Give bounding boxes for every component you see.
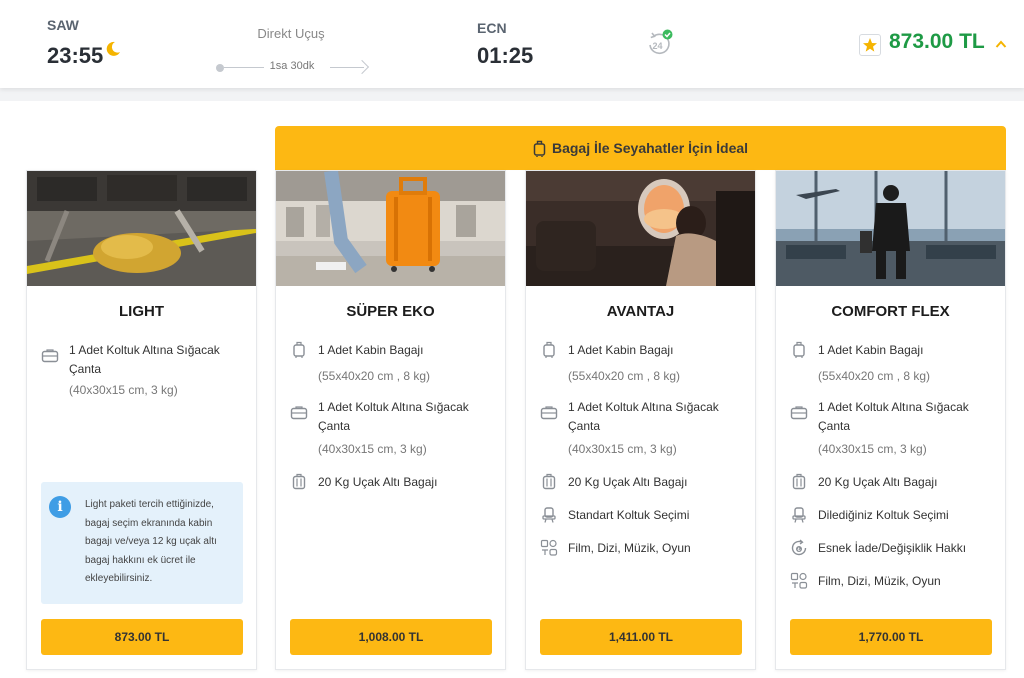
fare-name: SÜPER EKO — [346, 303, 435, 320]
entertainment-icon — [540, 539, 558, 556]
feature-text: 1 Adet Kabin Bagajı — [318, 343, 424, 357]
recommended-banner: Bagaj İle Seyahatler İçin İdeal — [275, 126, 1006, 170]
seat-icon — [792, 507, 806, 523]
feature-subtext: (55x40x20 cm , 8 kg) — [318, 369, 431, 383]
checked-luggage-icon — [542, 473, 556, 490]
info-note: i Light paketi tercih ettiğinizde, bagaj… — [41, 482, 243, 604]
feature-text: 20 Kg Uçak Altı Bagajı — [818, 475, 938, 489]
checked-luggage-icon — [792, 473, 806, 490]
feature-text: Film, Dizi, Müzik, Oyun — [568, 541, 691, 555]
flight-duration: 1sa 30dk — [269, 60, 315, 72]
feature-subtext: (40x30x15 cm, 3 kg) — [818, 442, 927, 456]
fare-card-avantaj[interactable]: AVANTAJ 1 Adet Kabin Bagajı (55x40x20 cm… — [525, 170, 756, 670]
direct-flight-label: Direkt Uçuş — [257, 26, 325, 41]
recommended-banner-text: Bagaj İle Seyahatler İçin İdeal — [551, 140, 749, 156]
entertainment-icon — [790, 572, 808, 589]
arrival-time: 01:25 — [477, 43, 534, 68]
info-icon: i — [49, 496, 71, 518]
cabin-bag-icon — [543, 341, 555, 358]
checked-luggage-icon — [292, 473, 306, 490]
feature-subtext: (55x40x20 cm , 8 kg) — [568, 369, 681, 383]
feature-text: 1 Adet Koltuk Altına Sığacak Çanta — [318, 400, 469, 433]
feature-text: 20 Kg Uçak Altı Bagajı — [318, 475, 438, 489]
feature-text: 20 Kg Uçak Altı Bagajı — [568, 475, 688, 489]
underseat-bag-icon — [790, 406, 808, 420]
feature-text: 1 Adet Koltuk Altına Sığacak Çanta — [69, 343, 220, 376]
header-price-value: 873.00 TL — [889, 30, 985, 53]
fare-image-super-eko — [276, 171, 505, 286]
route-arrow-icon — [354, 59, 370, 75]
underseat-bag-icon — [41, 349, 59, 363]
feature-text: Film, Dizi, Müzik, Oyun — [818, 574, 941, 588]
cabin-bag-icon — [793, 341, 805, 358]
fare-name: COMFORT FLEX — [831, 303, 950, 320]
departure-time: 23:55 — [47, 43, 104, 68]
feature-text: 1 Adet Koltuk Altına Sığacak Çanta — [568, 400, 719, 433]
fare-name: AVANTAJ — [606, 303, 675, 320]
fare-image-light — [27, 171, 256, 286]
arrival-airport-code: ECN — [477, 20, 507, 36]
fare-image-comfort-flex — [776, 171, 1005, 286]
underseat-bag-icon — [290, 406, 308, 420]
info-note-text: Light paketi tercih ettiğinizde, bagaj s… — [85, 499, 217, 584]
night-moon-icon — [106, 41, 120, 56]
select-fare-button[interactable]: 873.00 TL — [41, 619, 243, 655]
svg-text:24: 24 — [653, 41, 663, 51]
feature-subtext: (40x30x15 cm, 3 kg) — [568, 442, 677, 456]
feature-text: Dilediğiniz Koltuk Seçimi — [818, 508, 949, 522]
fare-card-light[interactable]: LIGHT 1 Adet Koltuk Altına Sığacak Çanta… — [26, 170, 257, 670]
feature-subtext: (55x40x20 cm , 8 kg) — [818, 369, 931, 383]
feature-text: 1 Adet Koltuk Altına Sığacak Çanta — [818, 400, 969, 433]
departure-airport-code: SAW — [47, 17, 79, 33]
chevron-up-icon[interactable] — [995, 38, 1007, 50]
flexible-refund-icon: ₺ — [791, 539, 807, 556]
fare-name: LIGHT — [119, 303, 164, 320]
underseat-bag-icon — [540, 406, 558, 420]
twenty-four-hours-icon: 24 — [649, 29, 673, 55]
flight-summary-bar[interactable]: SAW 23:55 Direkt Uçuş 1sa 30dk ECN 01:25… — [0, 0, 1024, 88]
fare-card-comfort-flex[interactable]: COMFORT FLEX 1 Adet Kabin Bagajı (55x40x… — [775, 170, 1006, 670]
feature-text: 1 Adet Kabin Bagajı — [818, 343, 924, 357]
fare-image-avantaj — [526, 171, 755, 286]
header-price[interactable]: 873.00 TL — [859, 30, 1009, 58]
cabin-bag-icon — [293, 341, 305, 358]
feature-text: 1 Adet Kabin Bagajı — [568, 343, 674, 357]
fare-card-super-eko[interactable]: SÜPER EKO 1 Adet Kabin Bagajı (55x40x20 … — [275, 170, 506, 670]
select-fare-button[interactable]: 1,411.00 TL — [540, 619, 742, 655]
feature-text: Esnek İade/Değişiklik Hakkı — [818, 541, 967, 555]
feature-text: Standart Koltuk Seçimi — [568, 508, 690, 522]
feature-subtext: (40x30x15 cm, 3 kg) — [318, 442, 427, 456]
star-icon — [859, 34, 881, 56]
select-fare-button[interactable]: 1,008.00 TL — [290, 619, 492, 655]
cabin-bag-icon — [533, 140, 546, 157]
feature-subtext: (40x30x15 cm, 3 kg) — [69, 383, 178, 397]
seat-icon — [542, 507, 556, 523]
select-fare-button[interactable]: 1,770.00 TL — [790, 619, 992, 655]
